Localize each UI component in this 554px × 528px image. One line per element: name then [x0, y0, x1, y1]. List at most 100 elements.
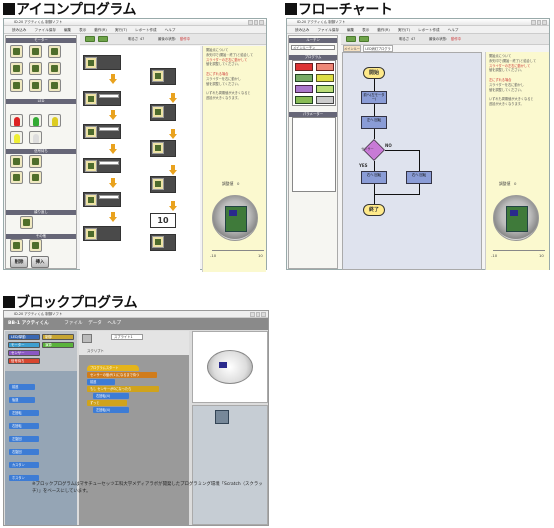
block-forward[interactable]: 前進	[9, 384, 35, 390]
wait-sensor2-icon[interactable]	[29, 155, 42, 168]
process-node[interactable]: 右へ 回転	[361, 171, 387, 184]
block-icon[interactable]	[295, 74, 313, 82]
block-icon[interactable]	[316, 85, 334, 93]
led-red-icon[interactable]	[10, 114, 23, 127]
run-button[interactable]	[346, 36, 356, 42]
rotate-right-icon[interactable]	[48, 62, 61, 75]
script-forward-block[interactable]: 前進	[87, 379, 115, 385]
rotate-left-icon[interactable]	[10, 62, 23, 75]
start-node[interactable]: 開始	[363, 67, 385, 79]
stop-button[interactable]	[98, 36, 108, 42]
block-turn-left[interactable]: 左旋回	[9, 436, 39, 442]
menu-item[interactable]: データ	[88, 321, 102, 326]
menu-item[interactable]: 編集	[64, 26, 71, 33]
end-node[interactable]: 終了	[363, 204, 385, 216]
wait-timer-icon[interactable]	[10, 171, 23, 184]
program-card[interactable]	[150, 68, 176, 85]
menu-item[interactable]: ファイル保存	[34, 26, 56, 33]
category-led[interactable]: LED/挙動	[8, 334, 40, 340]
adjust-slider[interactable]	[493, 250, 545, 256]
block-turn-right[interactable]: 右旋回	[9, 449, 39, 455]
tab-led-program[interactable]: LED消灯プログラム	[363, 45, 393, 57]
menu-item[interactable]: ファイル	[64, 321, 82, 326]
insert-button[interactable]: 挿入	[31, 256, 49, 268]
menu-item[interactable]: 実行(T)	[115, 26, 127, 33]
menu-item[interactable]: 実行(T)	[398, 26, 410, 33]
menu-item[interactable]: ヘルプ	[165, 26, 176, 33]
block-icon[interactable]	[295, 63, 313, 71]
menu-item[interactable]: 読み込み	[12, 26, 26, 33]
script-forever-block[interactable]: ずっと	[87, 400, 127, 406]
sprite-tile[interactable]	[215, 410, 229, 424]
program-card[interactable]	[83, 91, 121, 106]
stop-button[interactable]	[359, 36, 369, 42]
program-card[interactable]	[83, 124, 121, 139]
process-node[interactable]: 左へ 回転	[361, 116, 387, 129]
menu-item[interactable]: 読み込み	[295, 26, 309, 33]
category-sensor[interactable]: センサー	[8, 350, 40, 356]
backward-icon[interactable]	[29, 79, 42, 92]
delete-button[interactable]: 削除	[10, 256, 28, 268]
category-motor[interactable]: モーター	[8, 342, 40, 348]
led-off-icon[interactable]	[29, 131, 42, 144]
repeat-icon[interactable]	[20, 216, 33, 229]
script-if-block[interactable]: もし センサーが0になったら	[87, 386, 159, 392]
program-card[interactable]	[83, 192, 121, 207]
menu-item[interactable]: レポート作成	[418, 26, 440, 33]
menu-item[interactable]: 編集	[347, 26, 354, 33]
menu-item[interactable]: ヘルプ	[448, 26, 459, 33]
block-icon[interactable]	[316, 96, 334, 104]
sprite-name-field[interactable]: スプライト1	[111, 334, 143, 340]
process-node[interactable]: 前へ(左モーター)	[361, 91, 387, 104]
menu-item[interactable]: 動作(R)	[377, 26, 390, 33]
category-control[interactable]: 制御	[42, 334, 74, 340]
program-card[interactable]	[83, 55, 121, 70]
category-operators[interactable]: 演算	[42, 342, 74, 348]
wait-timer2-icon[interactable]	[29, 171, 42, 184]
forward-icon[interactable]	[29, 45, 42, 58]
script-rotate-left-block[interactable]: 左回転(4)	[93, 407, 129, 413]
category-wait[interactable]: 信号待ち	[8, 358, 40, 364]
menu-item[interactable]: ヘルプ	[107, 321, 121, 326]
script-hat-block[interactable]: プログラムスタート	[87, 365, 139, 371]
program-card[interactable]	[150, 176, 176, 193]
run-button[interactable]	[85, 36, 95, 42]
other-icon[interactable]	[10, 239, 23, 252]
led-yellow-icon[interactable]	[48, 114, 61, 127]
repeat-count-box[interactable]: 10	[150, 213, 176, 228]
program-card[interactable]	[150, 234, 176, 251]
block-icon[interactable]	[316, 74, 334, 82]
routine-select[interactable]: メインルーチン	[291, 45, 335, 50]
block-icon[interactable]	[316, 63, 334, 71]
block-backward[interactable]: 後退	[9, 397, 35, 403]
block-rotate-right[interactable]: 右回転	[9, 423, 39, 429]
forward-left-icon[interactable]	[10, 45, 23, 58]
wait-sensor-icon[interactable]	[10, 155, 23, 168]
program-card[interactable]	[150, 140, 176, 157]
script-rotate-right-block[interactable]: 右回転(4)	[93, 393, 129, 399]
back-right-icon[interactable]	[48, 79, 61, 92]
other2-icon[interactable]	[29, 239, 42, 252]
block-icon[interactable]	[295, 96, 313, 104]
program-card[interactable]	[83, 158, 121, 173]
forward-right-icon[interactable]	[48, 45, 61, 58]
menu-item[interactable]: レポート作成	[135, 26, 157, 33]
program-card[interactable]	[83, 226, 121, 241]
block-custom1[interactable]: カスタン	[9, 462, 39, 468]
menu-item[interactable]: 表示	[79, 26, 86, 33]
menu-item[interactable]: 動作(R)	[94, 26, 107, 33]
program-card[interactable]	[150, 104, 176, 121]
menu-item[interactable]: ファイル保存	[317, 26, 339, 33]
script-wait-block[interactable]: センサーの値が(1)になるまで待つ	[87, 372, 157, 378]
adjust-slider[interactable]	[212, 250, 264, 256]
back-left-icon[interactable]	[10, 79, 23, 92]
tab-main-routine[interactable]: メインルーチン	[343, 45, 361, 57]
tab-script[interactable]: スクリプト	[87, 348, 104, 353]
block-rotate-left[interactable]: 左回転	[9, 410, 39, 416]
menu-item[interactable]: 表示	[362, 26, 369, 33]
led-green-icon[interactable]	[29, 114, 42, 127]
stop-icon[interactable]	[29, 62, 42, 75]
process-node[interactable]: 右へ 回転	[406, 171, 432, 184]
led-yellow2-icon[interactable]	[10, 131, 23, 144]
block-icon[interactable]	[295, 85, 313, 93]
